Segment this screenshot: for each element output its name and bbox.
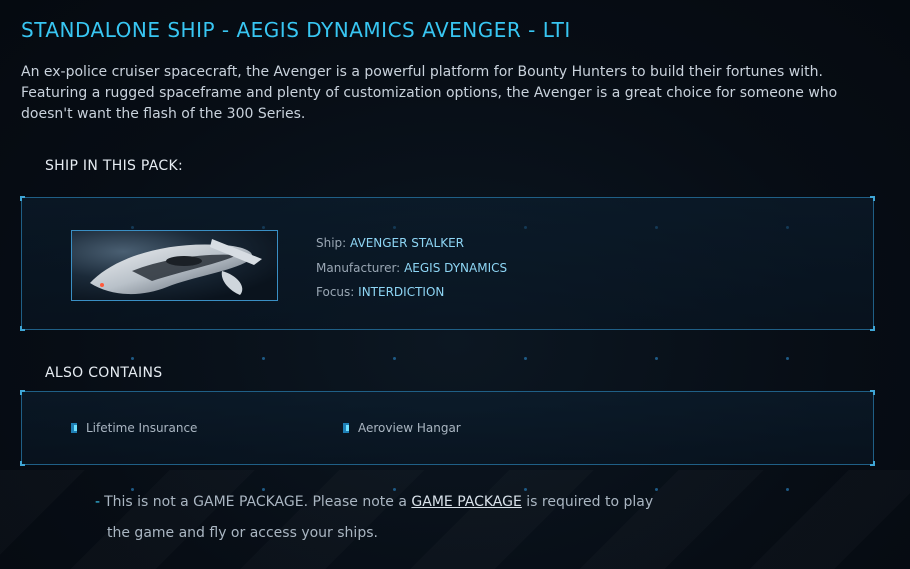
- grid-dot: [786, 357, 789, 360]
- panel-corner: [20, 326, 25, 331]
- ship-panel: Ship: AVENGER STALKER Manufacturer: AEGI…: [20, 196, 875, 331]
- ship-name-key: Ship:: [316, 236, 347, 250]
- manufacturer-row: Manufacturer: AEGIS DYNAMICS: [316, 256, 507, 281]
- ship-name-value: AVENGER STALKER: [350, 236, 464, 250]
- note-text-before: This is not a GAME PACKAGE. Please note …: [104, 494, 412, 510]
- panel-corner: [870, 196, 875, 201]
- ship-section-label: SHIP IN THIS PACK:: [45, 158, 183, 174]
- bullet-icon: [343, 423, 349, 433]
- product-description: An ex-police cruiser spacecraft, the Ave…: [21, 64, 838, 122]
- focus-row: Focus: INTERDICTION: [316, 280, 507, 305]
- contains-item-label: Aeroview Hangar: [358, 421, 461, 435]
- panel-corner: [870, 326, 875, 331]
- ship-image[interactable]: [71, 230, 278, 301]
- note-line-2: the game and fly or access your ships.: [107, 525, 378, 541]
- grid-dot: [524, 357, 527, 360]
- panel-corner: [870, 390, 875, 395]
- grid-dot: [262, 357, 265, 360]
- contains-item-label: Lifetime Insurance: [86, 421, 198, 435]
- note-text-after: is required to play: [521, 494, 654, 510]
- grid-dot: [393, 357, 396, 360]
- focus-value: INTERDICTION: [358, 285, 445, 299]
- contains-panel: Lifetime Insurance Aeroview Hangar: [20, 390, 875, 466]
- grid-dot: [786, 488, 789, 491]
- list-item: Lifetime Insurance: [71, 421, 197, 435]
- bullet-icon: [71, 423, 77, 433]
- panel-corner: [870, 461, 875, 466]
- page-title: STANDALONE SHIP - AEGIS DYNAMICS AVENGER…: [21, 18, 571, 42]
- panel-corner: [20, 461, 25, 466]
- contains-section-label: ALSO CONTAINS: [45, 365, 163, 381]
- ship-illustration: [90, 239, 262, 295]
- ship-name-row: Ship: AVENGER STALKER: [316, 231, 507, 256]
- grid-dot: [655, 357, 658, 360]
- ship-details: Ship: AVENGER STALKER Manufacturer: AEGI…: [316, 231, 507, 305]
- panel-corner: [20, 196, 25, 201]
- panel-corner: [20, 390, 25, 395]
- product-page: STANDALONE SHIP - AEGIS DYNAMICS AVENGER…: [0, 0, 910, 569]
- list-item: Aeroview Hangar: [343, 421, 461, 435]
- game-package-note: - This is not a GAME PACKAGE. Please note…: [95, 487, 695, 549]
- grid-dot: [131, 357, 134, 360]
- game-package-link[interactable]: GAME PACKAGE: [411, 494, 521, 510]
- note-dash: -: [95, 494, 101, 510]
- focus-key: Focus:: [316, 285, 355, 299]
- manufacturer-value: AEGIS DYNAMICS: [404, 260, 508, 275]
- manufacturer-key: Manufacturer:: [316, 260, 401, 275]
